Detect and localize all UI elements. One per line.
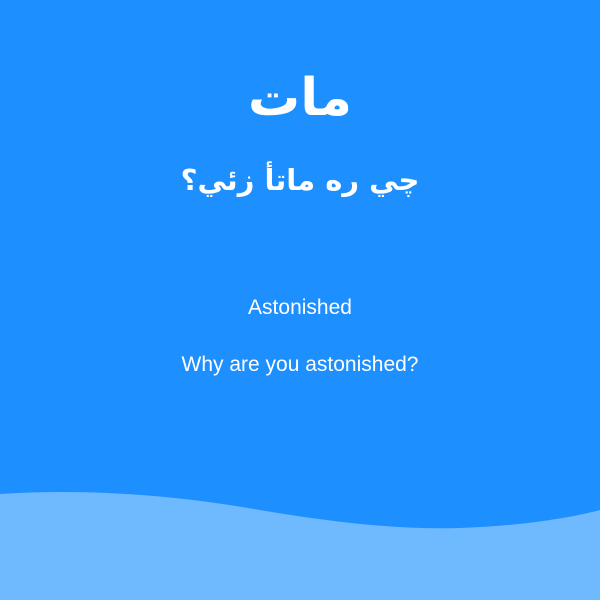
- example-sentence: چي ره ماتأ زئي؟: [180, 163, 420, 197]
- word-translation: Astonished: [248, 296, 352, 319]
- sentence-translation: Why are you astonished?: [181, 353, 419, 376]
- flashcard: مات چي ره ماتأ زئي؟ Astonished Why are y…: [0, 0, 600, 600]
- vocabulary-word: مات: [248, 68, 352, 128]
